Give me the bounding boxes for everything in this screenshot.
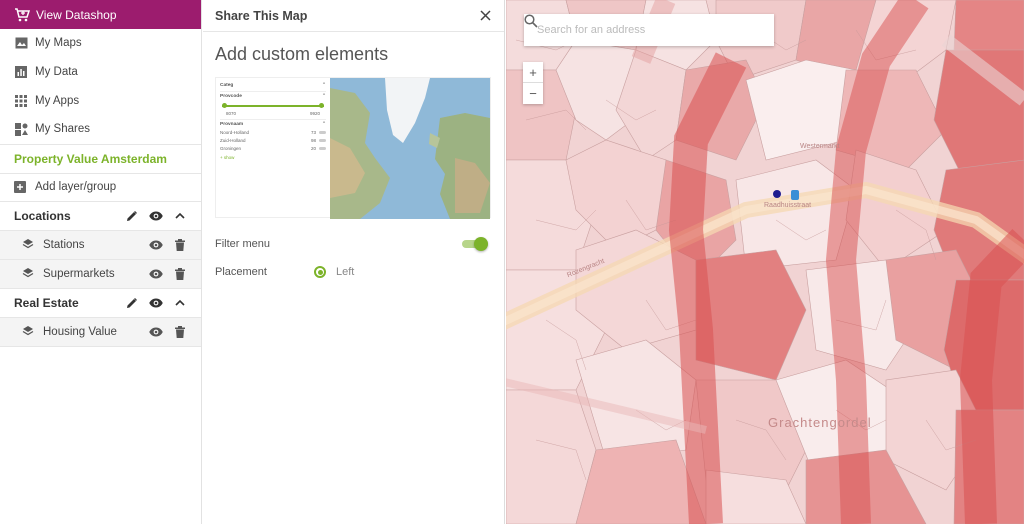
preview-section-label: Provcode [220,94,242,99]
group-name: Real Estate [14,295,79,310]
filter-menu-option: Filter menu [215,230,492,258]
layers-icon [22,238,35,251]
filter-menu-label: Filter menu [215,238,271,250]
eye-icon[interactable] [149,267,163,281]
image-icon [14,36,28,50]
placement-label: Placement [215,266,267,278]
trash-icon[interactable] [173,267,187,281]
shares-icon [14,122,28,136]
view-datashop-button[interactable]: View Datashop [0,0,201,29]
chevron-up-icon: ⌃ [321,83,326,88]
edit-icon[interactable] [125,296,139,310]
supermarket-marker[interactable] [791,190,799,200]
chevron-up-icon[interactable] [173,296,187,310]
nav-my-data[interactable]: My Data [0,58,201,87]
chart-icon [14,65,28,79]
map-label-westermarkt: Westermarkt [800,143,840,150]
chevron-up-icon: ⌃ [321,94,326,99]
view-datashop-label: View Datashop [36,7,117,22]
preview-toggle [319,130,326,135]
preview-section-label: Provnaam [220,122,244,127]
add-box-icon [14,180,27,194]
filter-menu-toggle[interactable] [462,237,488,251]
layer-name: Stations [43,238,85,251]
edit-icon[interactable] [125,209,139,223]
eye-icon[interactable] [149,325,163,339]
preview-world-map [330,78,490,219]
chevron-up-icon: ⌃ [321,122,326,127]
nav-my-apps[interactable]: My Apps [0,86,201,115]
address-search-box[interactable]: Search for an address [524,14,774,46]
group-real-estate[interactable]: Real Estate [0,289,201,318]
custom-elements-preview: Categ ⌃ Provcode ⌃ 8070 9920 Provnaam ⌃ … [215,77,491,219]
group-locations[interactable]: Locations [0,202,201,231]
preview-row-count: 73 [310,130,316,135]
eye-icon[interactable] [149,238,163,252]
share-panel: Share This Map Add custom elements Categ… [203,0,505,524]
preview-row-count: 20 [310,146,316,151]
preview-range-max: 9920 [309,111,320,116]
nav-label: My Shares [35,123,90,136]
layer-name: Supermarkets [43,267,115,280]
layer-row-stations[interactable]: Stations [0,230,201,260]
map-street-label: Grachtengordel [768,415,872,430]
layer-name: Housing Value [43,325,117,338]
eye-icon[interactable] [149,209,163,223]
layer-row-supermarkets[interactable]: Supermarkets [0,259,201,289]
nav-label: My Maps [35,37,82,50]
add-layer-label: Add layer/group [35,181,117,194]
panel-header: Share This Map [203,0,504,32]
nav-my-maps[interactable]: My Maps [0,29,201,58]
preview-show-link: + show [220,155,235,160]
eye-icon[interactable] [149,296,163,310]
nav-label: My Data [35,66,78,79]
layers-icon [22,267,35,280]
chevron-up-icon[interactable] [173,209,187,223]
nav-label: My Apps [35,94,80,107]
sidebar: View Datashop My Maps My Data My Apps My… [0,0,202,524]
layer-row-housing-value[interactable]: Housing Value [0,317,201,347]
preview-section-label: Categ [220,83,234,88]
placement-left-radio[interactable] [314,266,326,278]
apps-grid-icon [14,94,28,108]
preview-row-name: Noord-Holland [220,130,250,135]
trash-icon[interactable] [173,238,187,252]
trash-icon[interactable] [173,325,187,339]
preview-row-count: 98 [310,138,316,143]
close-icon[interactable] [478,9,492,23]
zoom-in-button[interactable]: + [523,62,543,83]
zoom-control: + − [523,62,543,104]
preview-toggle [319,146,326,151]
choropleth-map [506,0,1024,524]
preview-range-min: 8070 [226,111,237,116]
preview-range-slider [222,103,324,109]
panel-title: Share This Map [215,8,308,23]
map-view[interactable]: Grachtengordel Westermarkt Rozengracht R… [506,0,1024,524]
preview-row-name: Groningen [220,146,242,151]
group-name: Locations [14,208,71,223]
placement-option: Placement Left [215,258,492,286]
layers-icon [22,325,35,338]
zoom-out-button[interactable]: − [523,83,543,104]
placement-value: Left [336,266,355,278]
map-title[interactable]: Property Value Amsterdam [0,143,201,174]
map-label-raadhuis: Raadhuisstraat [764,202,812,209]
station-marker[interactable] [773,190,781,198]
search-input[interactable]: Search for an address [537,24,764,36]
nav-my-shares[interactable]: My Shares [0,115,201,144]
add-layer-button[interactable]: Add layer/group [0,174,201,202]
section-title: Add custom elements [215,44,389,64]
preview-filter-menu: Categ ⌃ Provcode ⌃ 8070 9920 Provnaam ⌃ … [216,78,330,217]
cart-icon [14,7,30,22]
preview-toggle [319,138,326,143]
preview-row-name: Zuid-Holland [220,138,246,143]
